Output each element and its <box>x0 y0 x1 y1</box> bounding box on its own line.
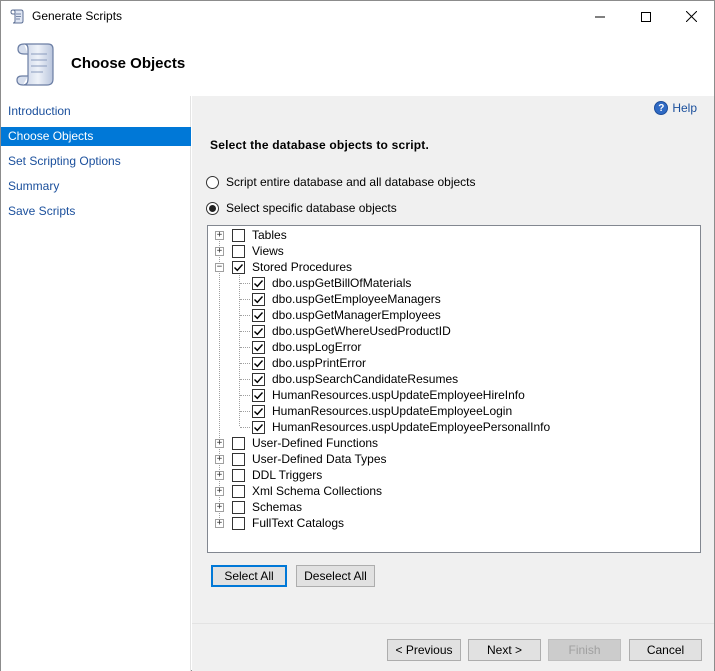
tree-node[interactable]: FullText Catalogs <box>232 515 344 531</box>
checkbox[interactable] <box>232 516 245 530</box>
maximize-icon <box>641 11 651 22</box>
tree-leaf[interactable]: dbo.uspGetBillOfMaterials <box>252 275 411 291</box>
collapse-icon[interactable]: − <box>215 263 224 272</box>
sidebar-item-summary[interactable]: Summary <box>1 177 191 196</box>
tree-node[interactable]: Schemas <box>232 499 302 515</box>
help-icon: ? <box>654 101 669 115</box>
main-panel: ? Help Select the database objects to sc… <box>192 96 714 671</box>
divider <box>192 623 714 624</box>
sidebar-item-choose-objects[interactable]: Choose Objects <box>1 127 191 146</box>
maximize-button[interactable] <box>623 1 669 32</box>
radio-select-specific-objects[interactable]: Select specific database objects <box>206 201 397 215</box>
scroll-icon <box>12 40 56 88</box>
tree-node[interactable]: DDL Triggers <box>232 467 322 483</box>
finish-button[interactable]: Finish <box>548 639 621 661</box>
checkmark-icon <box>254 359 264 367</box>
help-label: Help <box>672 101 697 115</box>
tree-leaf[interactable]: dbo.uspGetManagerEmployees <box>252 307 441 323</box>
radio-label: Script entire database and all database … <box>226 175 476 189</box>
next-button[interactable]: Next > <box>468 639 541 661</box>
checkmark-icon <box>234 263 244 271</box>
deselect-all-button[interactable]: Deselect All <box>296 565 375 587</box>
checkbox-checked[interactable] <box>252 276 265 290</box>
close-button[interactable] <box>668 1 714 32</box>
radio-label: Select specific database objects <box>226 201 397 215</box>
expand-icon[interactable]: + <box>215 471 224 480</box>
tree-leaf[interactable]: HumanResources.uspUpdateEmployeeHireInfo <box>252 387 525 403</box>
checkmark-icon <box>254 407 264 415</box>
expand-icon[interactable]: + <box>215 439 224 448</box>
expand-icon[interactable]: + <box>215 503 224 512</box>
tree-node[interactable]: User-Defined Functions <box>232 435 378 451</box>
checkbox-checked[interactable] <box>252 388 265 402</box>
checkbox[interactable] <box>232 244 245 258</box>
checkbox[interactable] <box>232 228 245 242</box>
checkmark-icon <box>254 279 264 287</box>
tree-node[interactable]: Stored Procedures <box>232 259 352 275</box>
checkbox-checked[interactable] <box>252 372 265 386</box>
wizard-sidebar: Introduction Choose Objects Set Scriptin… <box>1 96 191 671</box>
generate-scripts-window: Generate Scripts Choose Objects Introduc… <box>0 0 715 671</box>
tree-leaf[interactable]: dbo.uspPrintError <box>252 355 366 371</box>
expand-icon[interactable]: + <box>215 247 224 256</box>
help-link[interactable]: ? Help <box>654 101 697 115</box>
cancel-button[interactable]: Cancel <box>629 639 702 661</box>
tree-node[interactable]: Xml Schema Collections <box>232 483 382 499</box>
radio-button-unselected[interactable] <box>206 175 219 189</box>
checkbox[interactable] <box>232 500 245 514</box>
checkbox[interactable] <box>232 436 245 450</box>
checkmark-icon <box>254 327 264 335</box>
close-icon <box>685 11 697 22</box>
tree-leaf[interactable]: HumanResources.uspUpdateEmployeeLogin <box>252 403 512 419</box>
tree-node[interactable]: User-Defined Data Types <box>232 451 387 467</box>
expand-icon[interactable]: + <box>215 455 224 464</box>
tree-node[interactable]: Views <box>232 243 284 259</box>
window-title: Generate Scripts <box>32 9 123 23</box>
checkbox-checked[interactable] <box>252 324 265 338</box>
sidebar-item-save-scripts[interactable]: Save Scripts <box>1 202 191 221</box>
tree-leaf[interactable]: dbo.uspSearchCandidateResumes <box>252 371 458 387</box>
checkbox-checked[interactable] <box>252 292 265 306</box>
radio-button-selected[interactable] <box>206 201 219 215</box>
checkbox-checked[interactable] <box>252 356 265 370</box>
checkmark-icon <box>254 343 264 351</box>
tree-node[interactable]: Tables <box>232 227 287 243</box>
checkmark-icon <box>254 391 264 399</box>
checkbox[interactable] <box>232 484 245 498</box>
tree-leaf[interactable]: dbo.uspLogError <box>252 339 361 355</box>
checkmark-icon <box>254 375 264 383</box>
expand-icon[interactable]: + <box>215 487 224 496</box>
tree-leaf[interactable]: dbo.uspGetWhereUsedProductID <box>252 323 451 339</box>
section-title: Select the database objects to script. <box>210 138 430 152</box>
checkbox-checked[interactable] <box>252 340 265 354</box>
scroll-icon <box>9 8 25 24</box>
select-all-button[interactable]: Select All <box>211 565 287 587</box>
title-bar[interactable]: Generate Scripts <box>1 1 714 32</box>
tree-leaf[interactable]: HumanResources.uspUpdateEmployeePersonal… <box>252 419 550 435</box>
page-title: Choose Objects <box>71 55 186 72</box>
sidebar-item-introduction[interactable]: Introduction <box>1 102 191 121</box>
expand-icon[interactable]: + <box>215 231 224 240</box>
checkmark-icon <box>254 311 264 319</box>
object-tree[interactable]: Tables + Views + Stored Procedures − dbo… <box>207 225 701 553</box>
minimize-button[interactable] <box>577 1 623 32</box>
checkmark-icon <box>254 295 264 303</box>
expand-icon[interactable]: + <box>215 519 224 528</box>
wizard-header: Choose Objects <box>1 32 714 96</box>
sidebar-item-set-scripting-options[interactable]: Set Scripting Options <box>1 152 191 171</box>
checkmark-icon <box>254 423 264 431</box>
checkbox-checked[interactable] <box>252 404 265 418</box>
previous-button[interactable]: < Previous <box>387 639 461 661</box>
radio-script-entire-database[interactable]: Script entire database and all database … <box>206 175 476 189</box>
checkbox-checked[interactable] <box>252 308 265 322</box>
checkbox-checked[interactable] <box>232 260 245 274</box>
checkbox[interactable] <box>232 468 245 482</box>
tree-leaf[interactable]: dbo.uspGetEmployeeManagers <box>252 291 441 307</box>
minimize-icon <box>595 16 605 17</box>
checkbox[interactable] <box>232 452 245 466</box>
checkbox-checked[interactable] <box>252 420 265 434</box>
